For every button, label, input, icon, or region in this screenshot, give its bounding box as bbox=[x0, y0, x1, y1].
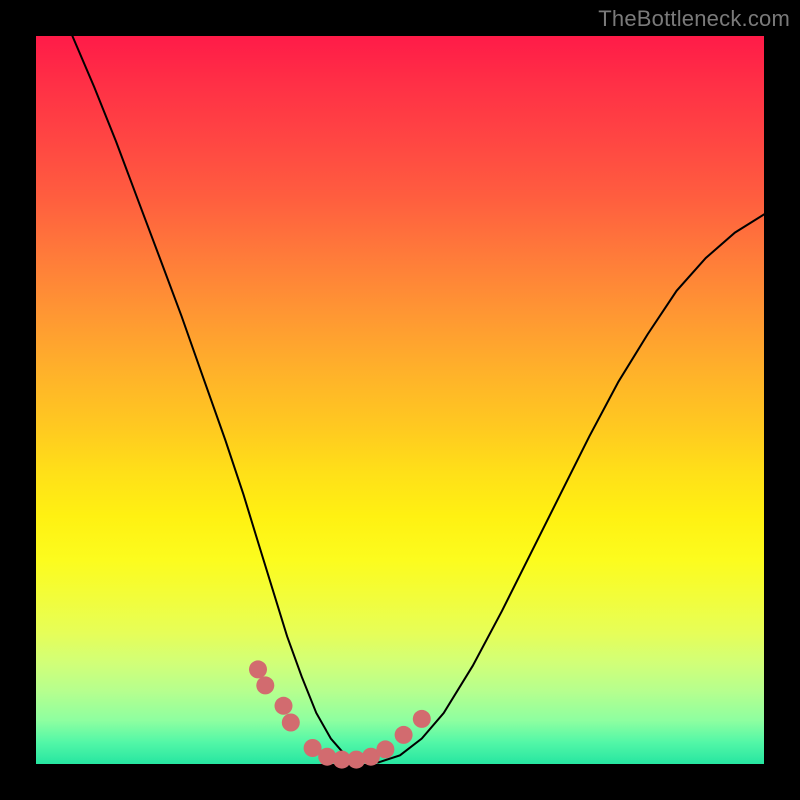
highlight-dot bbox=[282, 714, 300, 732]
highlight-dot bbox=[275, 697, 293, 715]
highlight-dot bbox=[413, 710, 431, 728]
chart-frame: TheBottleneck.com bbox=[0, 0, 800, 800]
highlight-dot bbox=[376, 740, 394, 758]
bottleneck-curve bbox=[72, 36, 764, 763]
highlight-dot bbox=[256, 676, 274, 694]
highlight-dot bbox=[395, 726, 413, 744]
watermark-text: TheBottleneck.com bbox=[598, 6, 790, 32]
plot-area bbox=[36, 36, 764, 764]
chart-svg bbox=[36, 36, 764, 764]
highlight-dot bbox=[249, 660, 267, 678]
